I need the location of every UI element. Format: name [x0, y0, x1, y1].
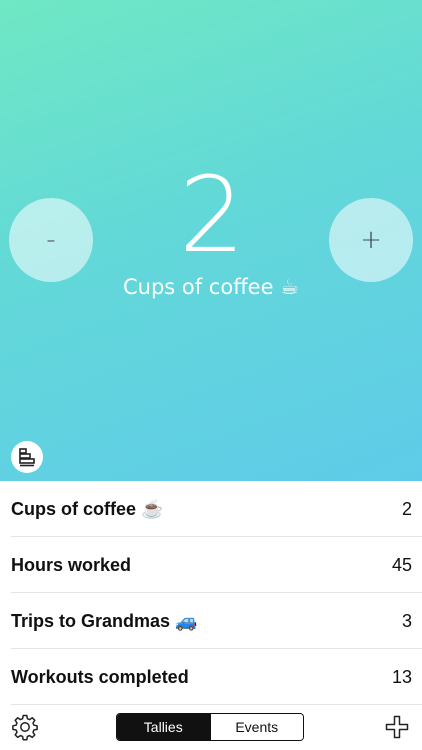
stats-button[interactable]	[11, 441, 43, 473]
tally-list: Cups of coffee ☕ 2 Hours worked 45 Trips…	[0, 481, 422, 705]
bottom-toolbar: Tallies Events	[0, 705, 422, 750]
increment-button[interactable]: +	[329, 198, 413, 282]
tally-label: Cups of coffee ☕	[11, 498, 164, 519]
tab-events[interactable]: Events	[209, 714, 303, 740]
tally-row[interactable]: Trips to Grandmas 🚙 3	[0, 593, 422, 649]
tally-value: 2	[401, 498, 412, 519]
decrement-button[interactable]: -	[9, 198, 93, 282]
tab-tallies[interactable]: Tallies	[117, 714, 210, 740]
tally-row[interactable]: Workouts completed 13	[0, 649, 422, 705]
stats-icon	[19, 448, 35, 467]
counter-panel: 2 Cups of coffee ☕ - +	[0, 0, 422, 481]
tally-value: 13	[391, 666, 412, 687]
tally-value: 45	[391, 554, 412, 575]
tally-row[interactable]: Cups of coffee ☕ 2	[0, 481, 422, 537]
tally-label: Hours worked	[11, 554, 132, 575]
view-switcher: Tallies Events	[116, 713, 304, 741]
tally-row[interactable]: Hours worked 45	[0, 537, 422, 593]
increment-label: +	[360, 225, 382, 255]
gear-icon[interactable]	[11, 713, 39, 741]
plus-icon[interactable]	[385, 715, 409, 739]
tally-label: Trips to Grandmas 🚙	[11, 610, 198, 631]
decrement-label: -	[46, 225, 56, 255]
tally-label: Workouts completed	[11, 666, 189, 687]
tally-value: 3	[401, 610, 412, 631]
